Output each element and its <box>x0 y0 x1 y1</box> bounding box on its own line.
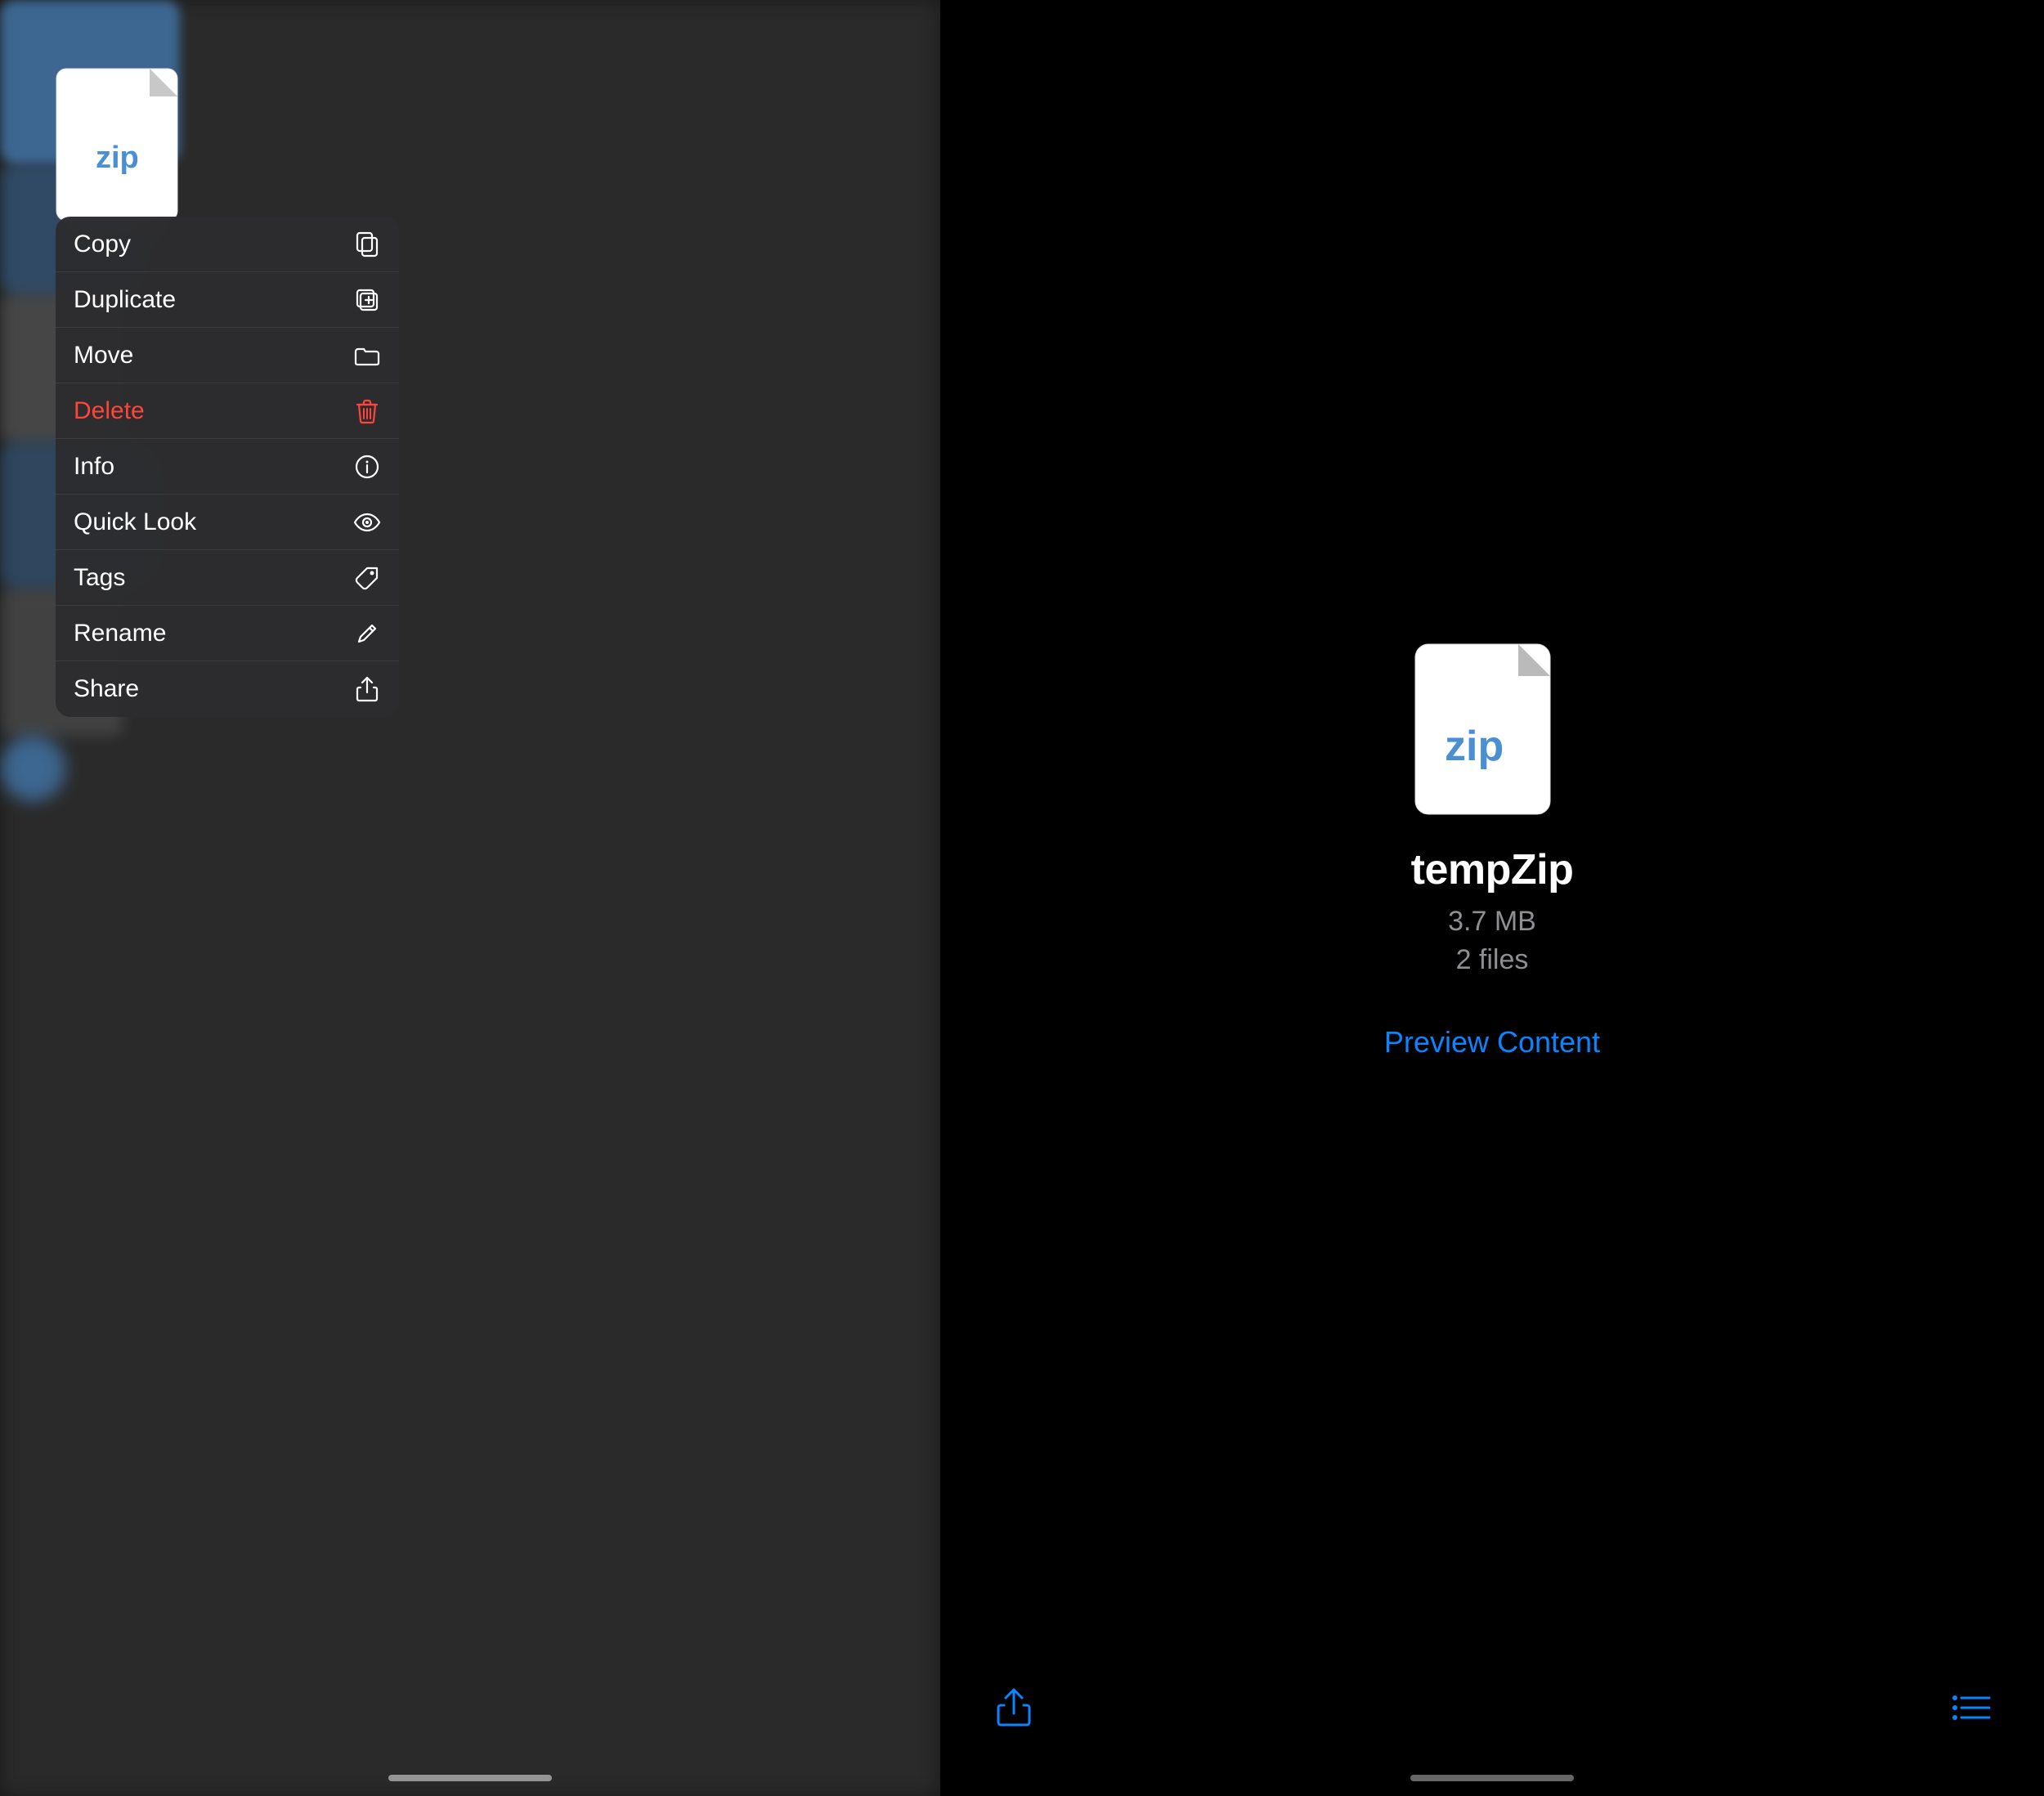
menu-label-rename: Rename <box>74 620 166 647</box>
file-count: 2 files <box>1456 944 1529 976</box>
share-icon <box>353 675 381 703</box>
context-menu: Copy Duplicate Move <box>56 217 399 717</box>
home-indicator-left <box>388 1775 552 1781</box>
svg-text:zip: zip <box>96 141 139 175</box>
svg-text:zip: zip <box>1445 723 1504 770</box>
pencil-icon <box>353 620 381 647</box>
menu-item-duplicate[interactable]: Duplicate <box>56 272 399 328</box>
menu-label-delete: Delete <box>74 397 145 425</box>
trash-icon <box>353 397 381 425</box>
menu-item-info[interactable]: Info <box>56 439 399 495</box>
menu-label-quicklook: Quick Look <box>74 508 196 536</box>
menu-item-copy[interactable]: Copy <box>56 217 399 272</box>
left-panel: zip Copy Duplicate <box>0 0 940 1796</box>
zip-file-icon: zip <box>1410 639 1574 819</box>
eye-icon <box>353 508 381 536</box>
list-toolbar-button[interactable] <box>1946 1683 1995 1732</box>
duplicate-icon <box>353 286 381 314</box>
home-indicator-right <box>1410 1775 1574 1781</box>
menu-item-delete[interactable]: Delete <box>56 383 399 439</box>
zip-icon-background: zip <box>53 65 196 225</box>
preview-content-button[interactable]: Preview Content <box>1384 1025 1600 1059</box>
menu-item-share[interactable]: Share <box>56 661 399 717</box>
right-panel: zip tempZip 3.7 MB 2 files Preview Conte… <box>940 0 2044 1796</box>
menu-label-info: Info <box>74 453 114 481</box>
menu-label-share: Share <box>74 675 139 703</box>
menu-label-tags: Tags <box>74 564 125 592</box>
move-icon <box>353 342 381 370</box>
menu-item-tags[interactable]: Tags <box>56 550 399 606</box>
menu-label-move: Move <box>74 342 133 370</box>
menu-label-copy: Copy <box>74 231 131 258</box>
bg-dot <box>0 736 65 801</box>
share-toolbar-button[interactable] <box>989 1683 1038 1732</box>
file-name: tempZip <box>1411 845 1574 894</box>
menu-label-duplicate: Duplicate <box>74 286 176 314</box>
menu-item-quicklook[interactable]: Quick Look <box>56 495 399 550</box>
copy-icon <box>353 231 381 258</box>
menu-item-move[interactable]: Move <box>56 328 399 383</box>
file-info-panel: zip tempZip 3.7 MB 2 files Preview Conte… <box>1384 0 1600 1796</box>
tag-icon <box>353 564 381 592</box>
file-size: 3.7 MB <box>1448 906 1536 938</box>
info-icon <box>353 453 381 481</box>
menu-item-rename[interactable]: Rename <box>56 606 399 661</box>
